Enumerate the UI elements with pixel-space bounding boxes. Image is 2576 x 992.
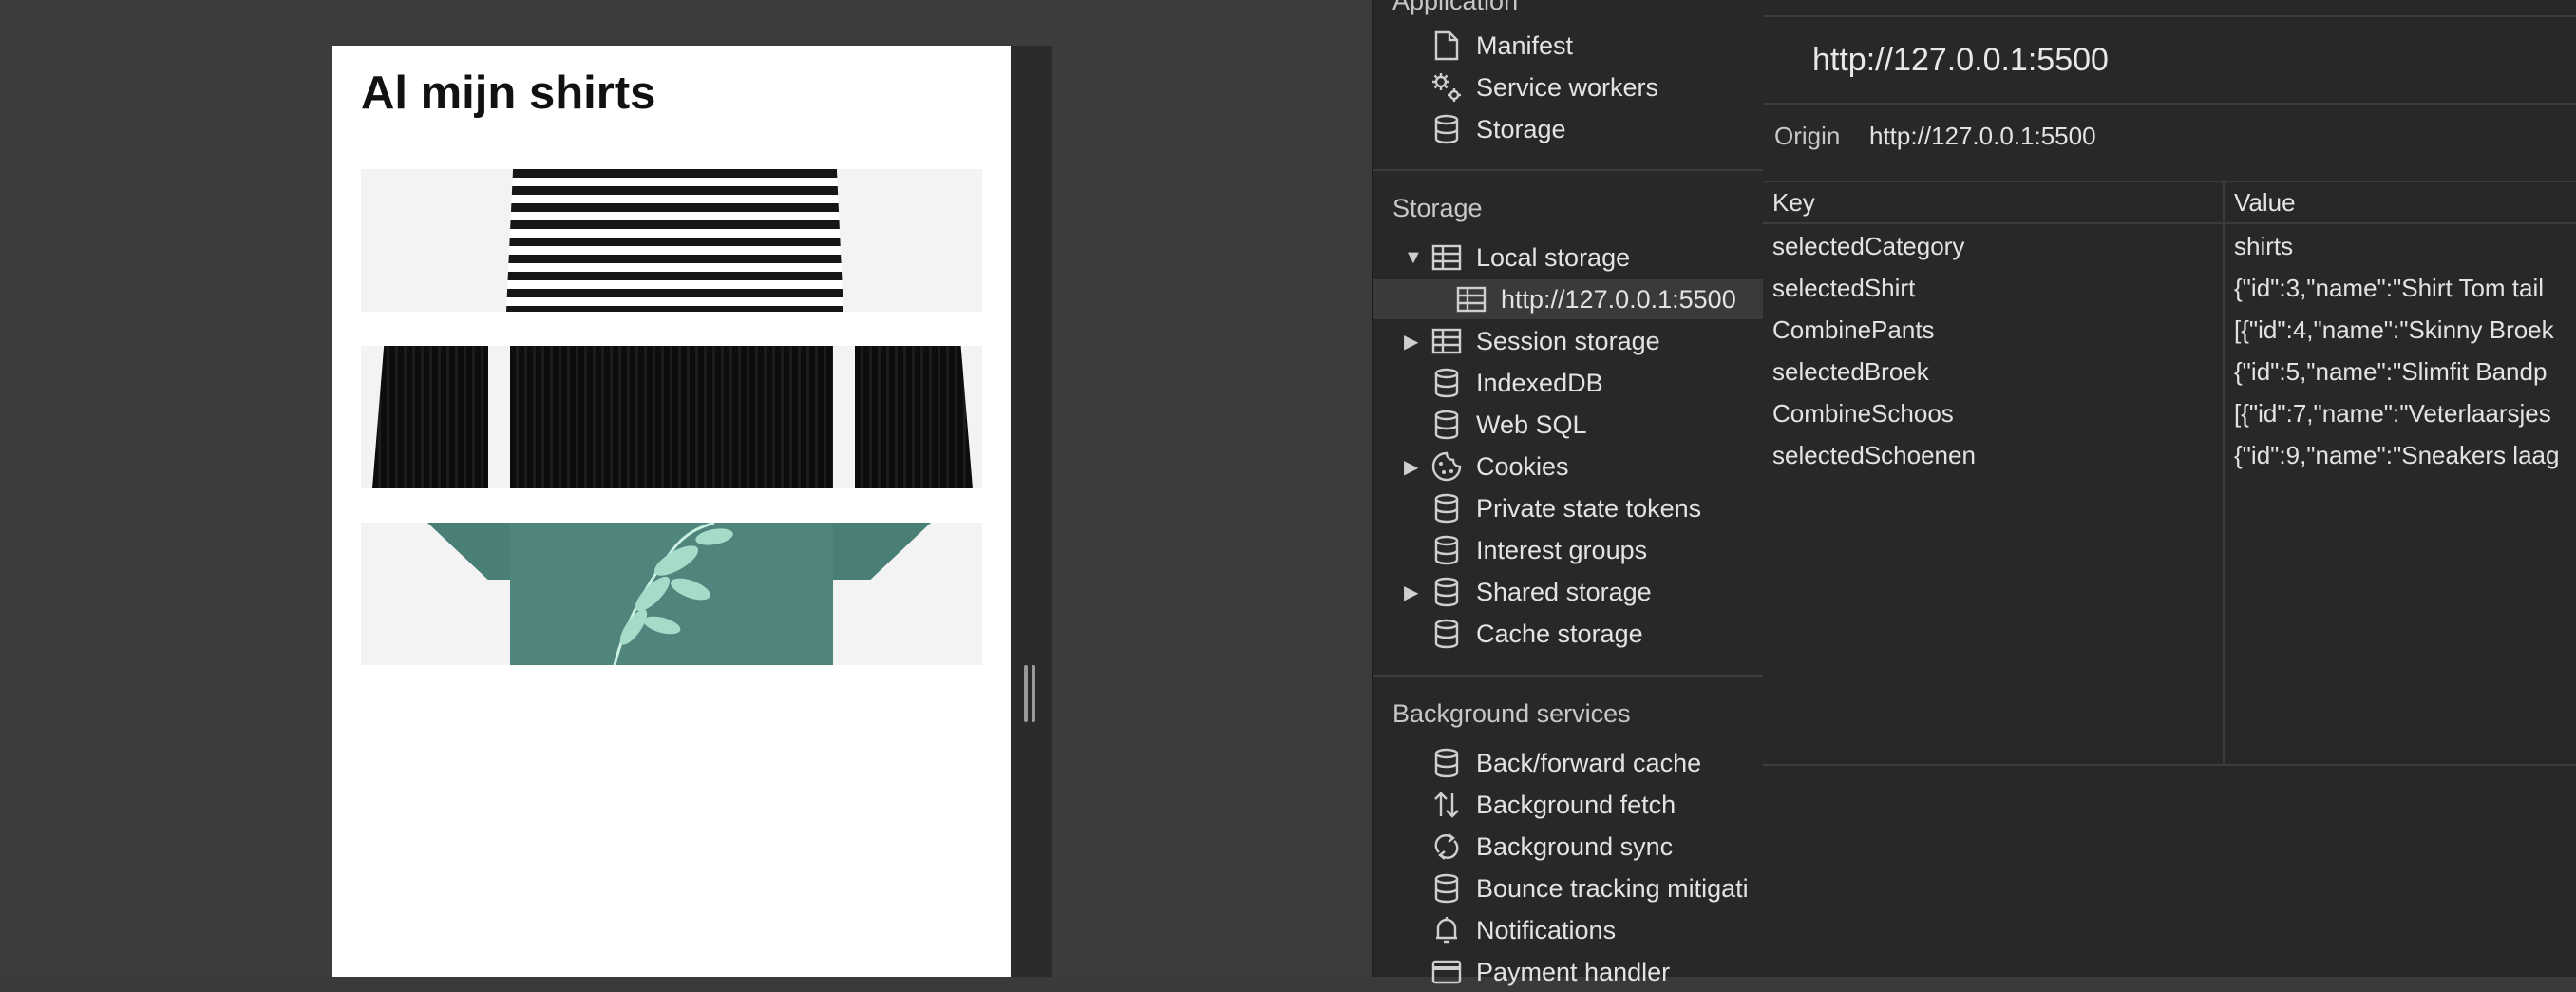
striped-shirt-image <box>506 169 843 312</box>
table-row-value[interactable]: {"id":9,"name":"Sneakers laag <box>2234 434 2576 476</box>
leaf-print-icon <box>613 523 733 665</box>
device-preview-area: Al mijn shirts <box>0 0 1372 977</box>
knit-sleeve-left <box>372 346 488 488</box>
device-frame-edge <box>1011 46 1052 977</box>
database-icon <box>1430 576 1463 608</box>
sidebar-item-local-storage[interactable]: ▼ Local storage <box>1373 238 1763 277</box>
shirt-card-green-tee[interactable] <box>361 523 982 665</box>
collapsed-triangle-icon[interactable]: ▶ <box>1404 581 1418 604</box>
column-separator[interactable] <box>2223 182 2225 764</box>
knit-body <box>510 346 833 488</box>
table-row-key[interactable]: selectedBroek <box>1772 351 2219 392</box>
card-icon <box>1430 956 1463 988</box>
table-row-value[interactable]: [{"id":7,"name":"Veterlaarsjes <box>2234 392 2576 434</box>
table-row-key[interactable]: selectedShirt <box>1772 267 2219 309</box>
sidebar-item-payment-handler[interactable]: Payment handler <box>1373 952 1763 992</box>
table-row-value[interactable]: {"id":5,"name":"Slimfit Bandp <box>2234 351 2576 392</box>
page-viewport: Al mijn shirts <box>332 46 1011 977</box>
sidebar-item-manifest[interactable]: Manifest <box>1373 26 1763 66</box>
sidebar-item-web-sql[interactable]: Web SQL <box>1373 405 1763 445</box>
database-icon <box>1430 367 1463 399</box>
sidebar-item-session-storage[interactable]: ▶ Session storage <box>1373 321 1763 361</box>
sidebar-item-indexeddb[interactable]: IndexedDB <box>1373 363 1763 403</box>
application-sidebar: Application Manifest Service workers Sto… <box>1372 0 1765 986</box>
storage-origin-heading: http://127.0.0.1:5500 <box>1812 42 2109 78</box>
database-icon <box>1430 492 1463 525</box>
sidebar-item-bounce-tracking[interactable]: Bounce tracking mitigati <box>1373 868 1763 908</box>
sidebar-divider <box>1373 169 1763 171</box>
column-header-value[interactable]: Value <box>2225 182 2576 224</box>
expanded-triangle-icon[interactable]: ▼ <box>1404 247 1423 269</box>
table-row-key[interactable]: selectedSchoenen <box>1772 434 2219 476</box>
sidebar-divider <box>1373 675 1763 677</box>
sidebar-item-notifications[interactable]: Notifications <box>1373 910 1763 950</box>
toolbar-strip <box>1763 0 2576 17</box>
table-icon <box>1430 325 1463 357</box>
shirt-card-black-knit[interactable] <box>361 346 982 488</box>
knit-sleeve-right <box>855 346 973 488</box>
origin-row: Origin http://127.0.0.1:5500 <box>1763 103 2576 182</box>
up-down-arrows-icon <box>1430 789 1463 821</box>
table-row-key[interactable]: selectedCategory <box>1772 225 2219 267</box>
cookie-icon <box>1430 450 1463 483</box>
sidebar-item-shared-storage[interactable]: ▶ Shared storage <box>1373 572 1763 612</box>
table-icon <box>1455 283 1487 315</box>
storage-section-header: Storage <box>1392 194 1483 222</box>
table-row-value[interactable]: shirts <box>2234 225 2576 267</box>
sidebar-item-back-forward-cache[interactable]: Back/forward cache <box>1373 743 1763 783</box>
database-icon <box>1430 618 1463 650</box>
resize-handle[interactable] <box>1024 665 1037 722</box>
sidebar-item-cookies[interactable]: ▶ Cookies <box>1373 447 1763 486</box>
sidebar-item-service-workers[interactable]: Service workers <box>1373 67 1763 107</box>
database-icon <box>1430 534 1463 566</box>
column-header-key[interactable]: Key <box>1763 182 2223 224</box>
shirt-card-striped[interactable] <box>361 169 982 312</box>
collapsed-triangle-icon[interactable]: ▶ <box>1404 330 1418 353</box>
sync-icon <box>1430 830 1463 863</box>
sidebar-item-background-sync[interactable]: Background sync <box>1373 827 1763 867</box>
sidebar-item-interest-groups[interactable]: Interest groups <box>1373 530 1763 570</box>
database-icon <box>1430 872 1463 905</box>
bell-icon <box>1430 914 1463 946</box>
table-row-value[interactable]: [{"id":4,"name":"Skinny Broek <box>2234 309 2576 351</box>
origin-value: http://127.0.0.1:5500 <box>1869 122 2096 150</box>
origin-label: Origin <box>1774 122 1841 150</box>
application-section-header: Application <box>1392 0 1519 15</box>
gears-icon <box>1430 71 1463 104</box>
sidebar-item-cache-storage[interactable]: Cache storage <box>1373 614 1763 654</box>
table-row-key[interactable]: CombinePants <box>1772 309 2219 351</box>
collapsed-triangle-icon[interactable]: ▶ <box>1404 455 1418 479</box>
database-icon <box>1430 747 1463 779</box>
document-icon <box>1430 29 1463 62</box>
background-services-header: Background services <box>1392 699 1631 728</box>
table-icon <box>1430 241 1463 274</box>
sidebar-item-local-storage-origin[interactable]: http://127.0.0.1:5500 <box>1373 279 1763 319</box>
sidebar-item-storage[interactable]: Storage <box>1373 109 1763 149</box>
sidebar-item-background-fetch[interactable]: Background fetch <box>1373 785 1763 825</box>
local-storage-panel: http://127.0.0.1:5500 Origin http://127.… <box>1763 0 2576 977</box>
sidebar-item-private-state-tokens[interactable]: Private state tokens <box>1373 488 1763 528</box>
table-row-value[interactable]: {"id":3,"name":"Shirt Tom tail <box>2234 267 2576 309</box>
database-icon <box>1430 409 1463 441</box>
table-row-key[interactable]: CombineSchoos <box>1772 392 2219 434</box>
storage-table: Key Value selectedCategory shirts select… <box>1763 182 2576 766</box>
database-icon <box>1430 113 1463 145</box>
green-tee-image <box>510 523 833 665</box>
page-title: Al mijn shirts <box>361 67 656 119</box>
